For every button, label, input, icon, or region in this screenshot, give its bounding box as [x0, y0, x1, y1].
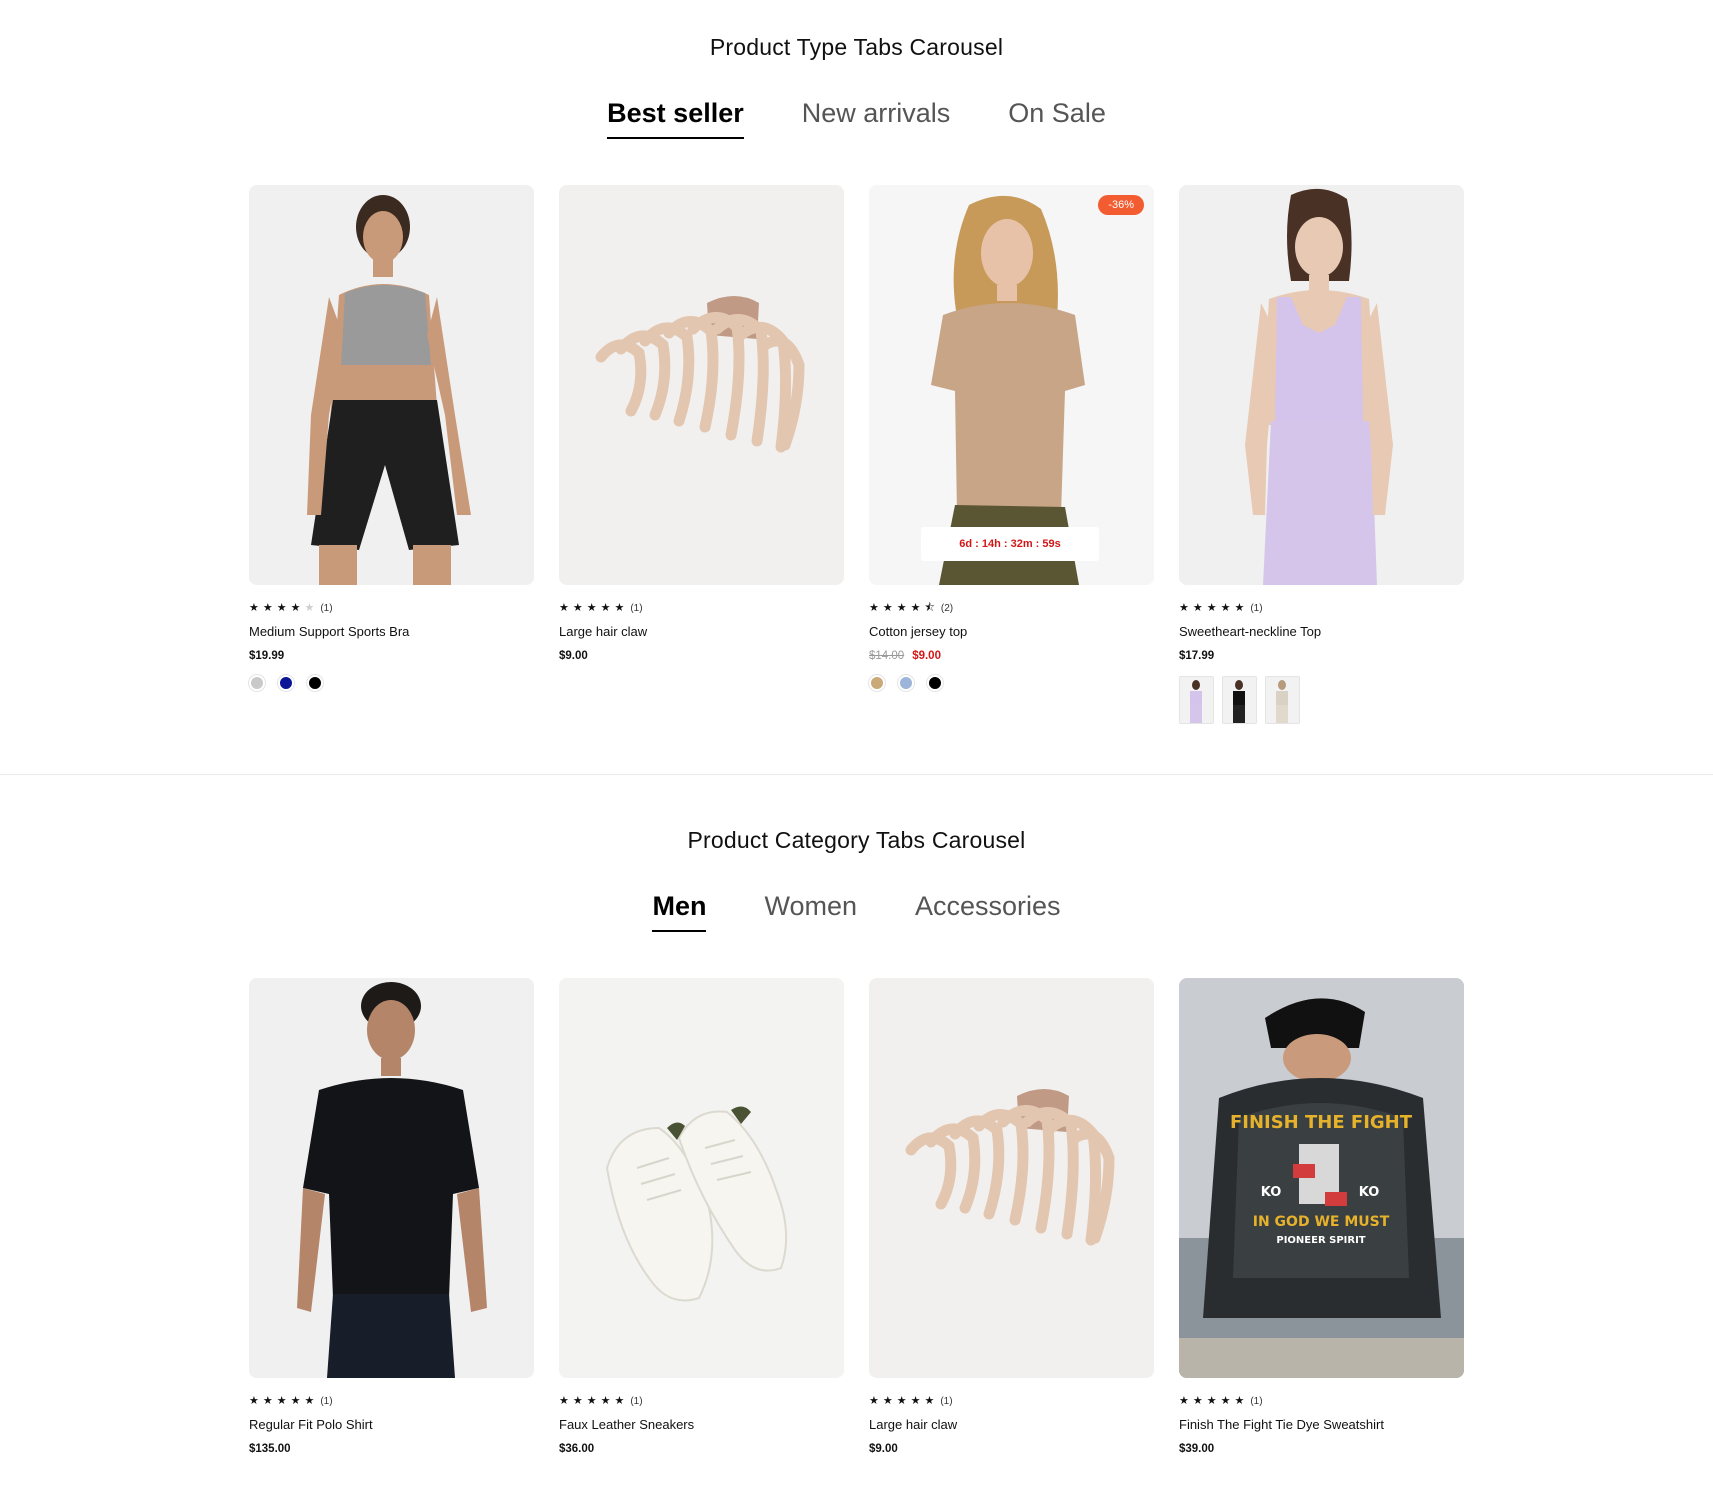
star-rating-icons: ★★★★★ [249, 1394, 319, 1407]
tab-women[interactable]: Women [764, 891, 857, 932]
product-name[interactable]: Cotton jersey top [869, 624, 1154, 640]
star-rating-icons: ★★★★★ [869, 1394, 939, 1407]
sneakers-photo [559, 977, 844, 1378]
product-image[interactable] [1179, 184, 1464, 585]
product-price: $17.99 [1179, 649, 1215, 662]
tab-men[interactable]: Men [652, 891, 707, 932]
variant-thumb-lavender[interactable] [1179, 675, 1214, 724]
sweatshirt-print-right: KO [1359, 1185, 1380, 1200]
swatch-light-blue[interactable] [898, 674, 914, 691]
polo-shirt-photo [249, 977, 534, 1378]
product-card[interactable]: ★★★★★ (1) Faux Leather Sneakers $36.00 [559, 977, 844, 1456]
cotton-top-photo [869, 184, 1154, 585]
product-image[interactable] [869, 977, 1154, 1378]
product-name[interactable]: Finish The Fight Tie Dye Sweatshirt [1179, 1417, 1464, 1433]
product-image[interactable] [559, 184, 844, 585]
review-count: (2) [940, 602, 954, 614]
product-price: $36.00 [559, 1442, 595, 1455]
tab-accessories[interactable]: Accessories [915, 891, 1061, 932]
product-card[interactable]: ★★★★★ (1) Regular Fit Polo Shirt $135.00 [249, 977, 534, 1456]
product-grid: ★★★★★ (1) Regular Fit Polo Shirt $135.00 [0, 977, 1713, 1456]
sweatshirt-photo: FINISH THE FIGHT KO KO IN GOD WE MUST PI… [1179, 977, 1464, 1378]
rating: ★★★★★ (1) [559, 1395, 844, 1408]
tab-best-seller[interactable]: Best seller [607, 98, 744, 139]
product-name[interactable]: Large hair claw [869, 1417, 1154, 1433]
original-price: $14.00 [869, 649, 905, 662]
product-price: $19.99 [249, 649, 285, 662]
tab-new-arrivals[interactable]: New arrivals [802, 98, 951, 139]
product-name[interactable]: Large hair claw [559, 624, 844, 640]
product-card[interactable]: ★★★★★ (1) Sweetheart-neckline Top $17.99 [1179, 184, 1464, 724]
review-count: (1) [320, 602, 333, 614]
star-rating-icons: ★★★★★ [249, 601, 319, 614]
rating: ★★★★★ (1) [559, 602, 844, 615]
product-image[interactable] [559, 977, 844, 1378]
section-title: Product Type Tabs Carousel [709, 34, 1004, 60]
swatch-grey[interactable] [249, 674, 265, 691]
star-rating-icons: ★★★★★ [1179, 1394, 1249, 1407]
product-price: $135.00 [249, 1442, 291, 1455]
star-rating-icons: ★★★★★ [559, 1394, 629, 1407]
countdown-timer: 6d : 14h : 32m : 59s [921, 526, 1099, 561]
sweatshirt-print-left: KO [1261, 1185, 1282, 1200]
product-card[interactable]: FINISH THE FIGHT KO KO IN GOD WE MUST PI… [1179, 977, 1464, 1456]
sweatshirt-print-top: FINISH THE FIGHT [1230, 1112, 1413, 1133]
product-card[interactable]: ★★★★★ (1) Large hair claw $9.00 [559, 184, 844, 724]
sale-price: $9.00 [912, 649, 941, 662]
sports-bra-photo [249, 184, 534, 585]
product-name[interactable]: Sweetheart-neckline Top [1179, 624, 1464, 640]
sweatshirt-print-middle: IN GOD WE MUST [1253, 1214, 1390, 1230]
color-swatches [869, 674, 1154, 691]
product-name[interactable]: Faux Leather Sneakers [559, 1417, 844, 1433]
product-card[interactable]: ★★★★★ (1) Medium Support Sports Bra $19.… [249, 184, 534, 724]
rating: ★★★★★ (1) [869, 1395, 1154, 1408]
variant-thumb-beige[interactable] [1265, 675, 1300, 724]
product-card[interactable]: -36% 6d : 14h : 32m : 59s ★★★★⯪ (2) Cott… [869, 184, 1154, 724]
swatch-black[interactable] [307, 674, 323, 691]
swatch-beige[interactable] [869, 674, 885, 691]
product-price: $14.00 $9.00 [869, 649, 1154, 663]
product-name[interactable]: Regular Fit Polo Shirt [249, 1417, 534, 1433]
product-card[interactable]: ★★★★★ (1) Large hair claw $9.00 [869, 977, 1154, 1456]
rating: ★★★★⯪ (2) [869, 602, 1154, 615]
tab-on-sale[interactable]: On Sale [1008, 98, 1106, 139]
hair-claw-photo [869, 977, 1154, 1378]
product-image[interactable] [249, 977, 534, 1378]
rating: ★★★★★ (1) [1179, 602, 1464, 615]
review-count: (1) [1250, 1395, 1263, 1407]
star-rating-icons: ★★★★⯪ [869, 601, 939, 614]
tab-bar: Men Women Accessories [0, 891, 1713, 932]
product-price: $9.00 [559, 649, 588, 662]
product-price: $39.00 [1179, 1442, 1215, 1455]
review-count: (1) [630, 1395, 643, 1407]
product-type-section: Product Type Tabs Carousel Best seller N… [0, 0, 1713, 775]
product-image[interactable]: FINISH THE FIGHT KO KO IN GOD WE MUST PI… [1179, 977, 1464, 1378]
product-name[interactable]: Medium Support Sports Bra [249, 624, 534, 640]
star-rating-icons: ★★★★★ [559, 601, 629, 614]
swatch-black[interactable] [927, 674, 943, 691]
product-image[interactable]: -36% 6d : 14h : 32m : 59s [869, 184, 1154, 585]
product-image[interactable] [249, 184, 534, 585]
tab-bar: Best seller New arrivals On Sale [0, 98, 1713, 139]
review-count: (1) [630, 602, 643, 614]
sweatshirt-print-bottom: PIONEER SPIRIT [1276, 1235, 1365, 1246]
section-title: Product Category Tabs Carousel [687, 827, 1026, 853]
product-category-section: Product Category Tabs Carousel Men Women… [0, 774, 1713, 1456]
variant-thumbnails [1179, 675, 1464, 724]
rating: ★★★★★ (1) [249, 602, 534, 615]
review-count: (1) [320, 1395, 333, 1407]
rating: ★★★★★ (1) [1179, 1395, 1464, 1408]
sweetheart-top-photo [1179, 184, 1464, 585]
product-grid: ★★★★★ (1) Medium Support Sports Bra $19.… [0, 184, 1713, 724]
review-count: (1) [1250, 602, 1263, 614]
product-price: $9.00 [869, 1442, 898, 1455]
star-rating-icons: ★★★★★ [1179, 601, 1249, 614]
color-swatches [249, 674, 534, 691]
variant-thumb-black[interactable] [1222, 675, 1257, 724]
review-count: (1) [940, 1395, 953, 1407]
discount-badge: -36% [1098, 194, 1144, 215]
swatch-navy[interactable] [278, 674, 294, 691]
hair-claw-photo [559, 184, 844, 585]
rating: ★★★★★ (1) [249, 1395, 534, 1408]
